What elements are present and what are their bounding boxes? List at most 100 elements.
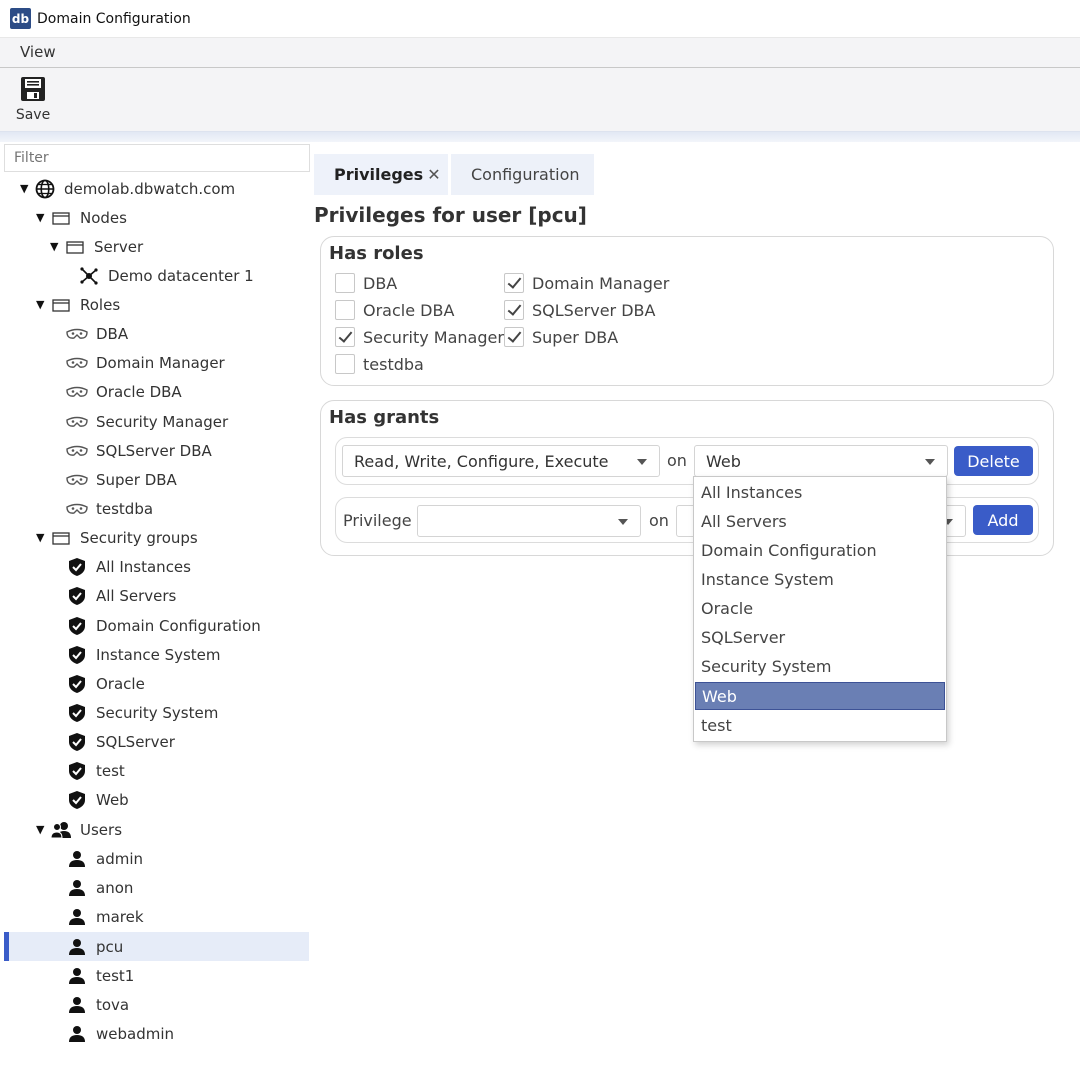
user-icon xyxy=(66,879,88,897)
dropdown-option[interactable]: All Servers xyxy=(695,507,945,535)
checkbox-checked[interactable] xyxy=(504,327,524,347)
tree-item-security-groups[interactable]: ▼ Security groups xyxy=(36,523,198,552)
tab-configuration[interactable]: Configuration xyxy=(451,154,594,195)
checkbox[interactable] xyxy=(335,300,355,320)
target-select[interactable]: Web xyxy=(694,445,948,477)
tree-item-role[interactable]: SQLServer DBA xyxy=(66,436,212,465)
role-checkbox-row[interactable]: Oracle DBA xyxy=(335,300,454,320)
tree-item-user-selected[interactable]: pcu xyxy=(4,932,309,961)
expand-arrow-icon[interactable]: ▼ xyxy=(36,298,50,311)
expand-arrow-icon[interactable]: ▼ xyxy=(20,182,34,195)
select-value: Web xyxy=(706,451,741,471)
dropdown-option[interactable]: test xyxy=(695,711,945,739)
checkbox[interactable] xyxy=(335,354,355,374)
user-icon xyxy=(66,938,88,956)
tree-item-role[interactable]: DBA xyxy=(66,319,128,348)
tree-label: Nodes xyxy=(80,208,127,227)
tree-label: Domain Configuration xyxy=(96,616,261,635)
tree-item-security-group[interactable]: Security System xyxy=(66,698,218,727)
delete-button[interactable]: Delete xyxy=(954,446,1033,476)
checkbox-checked[interactable] xyxy=(504,273,524,293)
role-checkbox-row[interactable]: DBA xyxy=(335,273,397,293)
tree-item-security-group[interactable]: Web xyxy=(66,785,129,814)
dropdown-option[interactable]: Instance System xyxy=(695,565,945,593)
dropdown-option[interactable]: Security System xyxy=(695,652,945,680)
tree-item-role[interactable]: Super DBA xyxy=(66,465,177,494)
tree-item-user[interactable]: webadmin xyxy=(66,1019,174,1048)
tree-item-security-group[interactable]: Instance System xyxy=(66,640,221,669)
expand-arrow-icon[interactable]: ▼ xyxy=(50,240,64,253)
folder-icon xyxy=(50,211,72,225)
target-dropdown-list: All Instances All Servers Domain Configu… xyxy=(693,476,947,742)
tree-item-security-group[interactable]: All Instances xyxy=(66,552,191,581)
tree-item-nodes[interactable]: ▼ Nodes xyxy=(36,203,127,232)
checkbox-label: SQLServer DBA xyxy=(532,300,656,320)
expand-arrow-icon[interactable]: ▼ xyxy=(36,531,50,544)
shield-check-icon xyxy=(66,586,88,606)
mask-icon xyxy=(66,445,88,457)
tree-label: Security groups xyxy=(80,528,198,547)
role-checkbox-row[interactable]: Security Manager xyxy=(335,327,504,347)
filter-input[interactable] xyxy=(4,144,310,172)
folder-icon xyxy=(50,298,72,312)
save-button[interactable]: Save xyxy=(14,76,52,128)
tree-item-role[interactable]: testdba xyxy=(66,494,153,523)
tree-item-security-group[interactable]: Oracle xyxy=(66,669,145,698)
tree-item-security-group[interactable]: SQLServer xyxy=(66,727,175,756)
close-tab-icon[interactable]: ✕ xyxy=(427,165,440,184)
expand-arrow-icon[interactable]: ▼ xyxy=(36,211,50,224)
tree-item-domain[interactable]: ▼ demolab.dbwatch.com xyxy=(20,174,235,203)
menu-view[interactable]: View xyxy=(20,43,56,61)
sidebar-tree: ▼ demolab.dbwatch.com ▼ Nodes ▼ Server D… xyxy=(0,142,310,1080)
checkbox-checked[interactable] xyxy=(504,300,524,320)
privilege-select[interactable]: Read, Write, Configure, Execute xyxy=(342,445,660,477)
checkbox-label: Domain Manager xyxy=(532,273,670,293)
expand-arrow-icon[interactable]: ▼ xyxy=(36,823,50,836)
mask-icon xyxy=(66,474,88,486)
dropdown-option[interactable]: SQLServer xyxy=(695,623,945,651)
tree-item-users[interactable]: ▼ Users xyxy=(36,815,122,844)
tree-item-user[interactable]: tova xyxy=(66,990,129,1019)
dropdown-option[interactable]: Oracle xyxy=(695,594,945,622)
tree-item-user[interactable]: test1 xyxy=(66,961,134,990)
role-checkbox-row[interactable]: Domain Manager xyxy=(504,273,669,293)
new-privilege-select[interactable] xyxy=(417,505,641,537)
role-checkbox-row[interactable]: Super DBA xyxy=(504,327,618,347)
tree-item-user[interactable]: marek xyxy=(66,902,144,931)
tree-item-roles[interactable]: ▼ Roles xyxy=(36,290,120,319)
checkbox-label: Super DBA xyxy=(532,327,619,347)
tree-item-role[interactable]: Security Manager xyxy=(66,407,228,436)
tree-label: SQLServer DBA xyxy=(96,441,212,460)
tab-privileges[interactable]: Privileges ✕ xyxy=(314,154,448,195)
tree-item-role[interactable]: Domain Manager xyxy=(66,348,225,377)
shield-check-icon xyxy=(66,703,88,723)
tree-item-user[interactable]: anon xyxy=(66,873,133,902)
tree-item-security-group[interactable]: All Servers xyxy=(66,581,176,610)
role-checkbox-row[interactable]: testdba xyxy=(335,354,424,374)
folder-icon xyxy=(50,531,72,545)
shield-check-icon xyxy=(66,674,88,694)
tree-item-user[interactable]: admin xyxy=(66,844,143,873)
tree-label: Web xyxy=(96,790,129,809)
tree-item-security-group[interactable]: test xyxy=(66,756,125,785)
shield-check-icon xyxy=(66,761,88,781)
tree-item-security-group[interactable]: Domain Configuration xyxy=(66,611,261,640)
tree-item-server[interactable]: ▼ Server xyxy=(50,232,143,261)
dropdown-option[interactable]: All Instances xyxy=(695,478,945,506)
checkbox-checked[interactable] xyxy=(335,327,355,347)
tree-label: Instance System xyxy=(96,645,221,664)
add-button[interactable]: Add xyxy=(973,505,1033,535)
network-hub-icon xyxy=(78,266,100,286)
tree-item-datacenter[interactable]: Demo datacenter 1 xyxy=(78,261,254,290)
toolbar: Save xyxy=(0,68,1080,132)
tree-label: test1 xyxy=(96,966,135,985)
mask-icon xyxy=(66,357,88,369)
dropdown-option[interactable]: Domain Configuration xyxy=(695,536,945,564)
chevron-down-icon xyxy=(618,519,628,525)
checkbox[interactable] xyxy=(335,273,355,293)
tree-label: All Instances xyxy=(96,557,191,576)
role-checkbox-row[interactable]: SQLServer DBA xyxy=(504,300,655,320)
dropdown-option-highlighted[interactable]: Web xyxy=(695,682,945,710)
app-logo-icon: db xyxy=(10,8,31,29)
tree-item-role[interactable]: Oracle DBA xyxy=(66,377,182,406)
